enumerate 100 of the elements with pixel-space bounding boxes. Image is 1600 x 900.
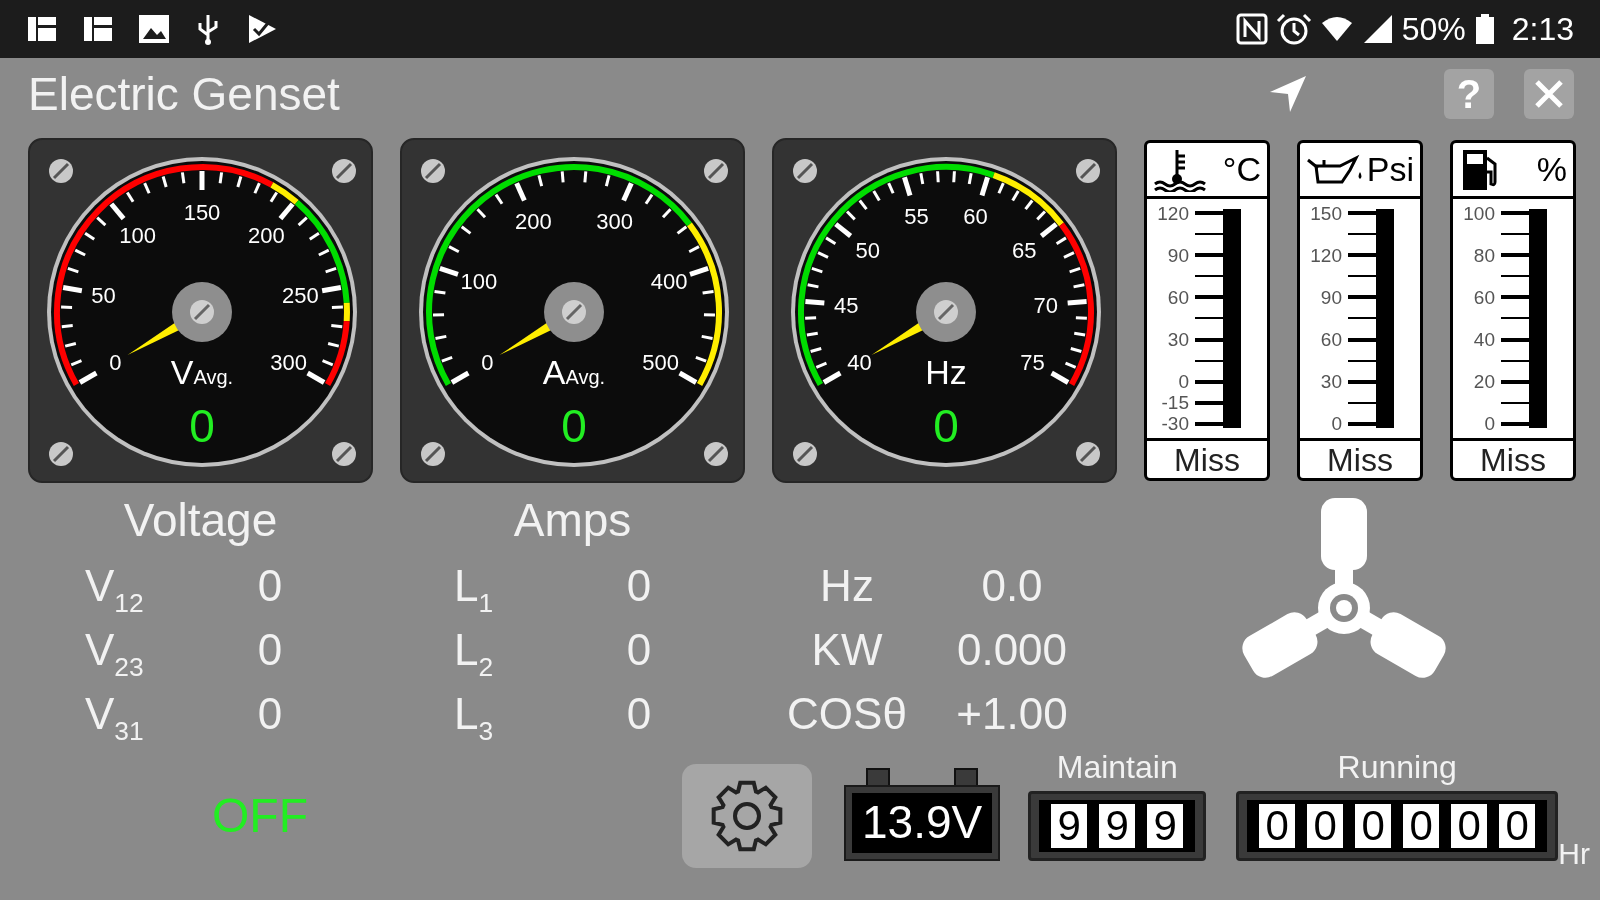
unit-label: VAvg. (170, 353, 234, 391)
scale-label: 60 (963, 204, 988, 230)
needle-hub (172, 282, 232, 342)
counter-digit: 0 (1499, 804, 1536, 848)
app-title: Electric Genset (28, 71, 340, 117)
scale-label: 150 (1309, 203, 1343, 223)
screw-icon (421, 442, 445, 466)
screw-icon (49, 442, 73, 466)
sensor-status: Miss (1300, 438, 1420, 478)
scale-label: 0 (109, 350, 122, 375)
reading-label: V$_{12}$ (85, 560, 145, 619)
unit-label: °C (1222, 149, 1261, 190)
scale-label: 200 (514, 208, 552, 234)
screw-icon (49, 159, 73, 183)
scale-label: 80 (1472, 245, 1496, 265)
counter-digit: 9 (1051, 804, 1088, 848)
needle-hub (544, 282, 604, 342)
unit-label: Hz (925, 353, 967, 391)
coolant-temperature-icon (1153, 147, 1207, 192)
scale-label: 500 (642, 350, 679, 375)
section-title: Voltage (122, 493, 279, 548)
alarm-clock-icon (1275, 13, 1312, 45)
scale-label: 200 (247, 223, 285, 249)
scale-tick (1501, 379, 1529, 384)
scale-label: 60 (1472, 287, 1496, 307)
gauge-value: 0 (189, 400, 215, 452)
reading-value: +1.00 (955, 688, 1069, 740)
reading-label: KW (810, 624, 884, 676)
scale-tick (1501, 211, 1529, 215)
scale-label: 250 (282, 282, 319, 308)
reading-value: 0 (256, 624, 284, 676)
scale-label: 120 (1309, 245, 1343, 265)
screw-icon (1076, 159, 1100, 183)
scale-tick (1501, 253, 1529, 258)
screw-icon (332, 442, 356, 466)
scale-tick (1348, 233, 1376, 236)
help-button[interactable]: ? (1444, 69, 1494, 119)
unit-label: % (1536, 149, 1567, 190)
reading-value: 0 (256, 560, 284, 612)
clock-time: 2:13 (1511, 10, 1574, 49)
scale-tick (1501, 337, 1529, 342)
location-arrow-icon[interactable] (1268, 74, 1308, 114)
scale-label: 55 (904, 204, 929, 230)
reading-label: Hz (819, 560, 875, 612)
scale-label: 45 (834, 292, 859, 318)
scale-label: 100 (119, 223, 157, 249)
battery-voltage: 13.9V (846, 787, 999, 859)
scale-tick (1501, 421, 1529, 426)
scale-tick (1501, 359, 1529, 362)
reading-label: COSθ (786, 688, 908, 740)
scale-tick (1195, 211, 1223, 215)
scale-label: 0 (1483, 414, 1496, 434)
scale-label: 0 (1177, 372, 1190, 392)
scale-tick (1195, 400, 1223, 405)
scale-tick (1195, 359, 1223, 362)
scale-tick (1501, 275, 1529, 278)
settings-button[interactable] (682, 764, 812, 868)
unit-label: Hr (1558, 836, 1590, 872)
scale-label: 30 (1166, 330, 1190, 350)
scale-label: 20 (1472, 372, 1496, 392)
reading-value: 0 (625, 560, 653, 612)
scale-label: 400 (650, 269, 688, 295)
needle-hub (916, 282, 976, 342)
image-icon (138, 13, 170, 45)
counter-digit: 0 (1307, 804, 1344, 848)
reading-value: 0 (256, 688, 284, 740)
scale-tick (1195, 337, 1223, 342)
scale-tick (1348, 421, 1376, 426)
sensor-status: Miss (1147, 438, 1267, 478)
scale-label: 50 (855, 237, 881, 263)
close-icon (1533, 78, 1565, 110)
scale-tick (1501, 295, 1529, 300)
scale-tick (1348, 359, 1376, 362)
scale-tick (1348, 275, 1376, 278)
scale-label: 50 (91, 282, 116, 308)
scale-tick (1195, 317, 1223, 320)
scale-tick (1195, 253, 1223, 258)
counter-digit: 0 (1259, 804, 1296, 848)
reading-value: 0.0 (980, 560, 1044, 612)
scale-tick (1348, 211, 1376, 215)
scale-label: 40 (1472, 330, 1496, 350)
scale-tick (1348, 317, 1376, 320)
scale-tick (1501, 233, 1529, 236)
reading-value: 0.000 (955, 624, 1069, 676)
scale-label: 65 (1011, 237, 1037, 263)
scale-label: 0 (481, 350, 494, 375)
scale-tick (1348, 379, 1376, 384)
engine-state: OFF (212, 789, 308, 842)
close-button[interactable] (1524, 69, 1574, 119)
counter-digit: 9 (1099, 804, 1136, 848)
reading-label: V$_{23}$ (85, 624, 145, 683)
scale-label: 300 (270, 350, 307, 375)
counter-digit: 9 (1147, 804, 1184, 848)
scale-label: 120 (1156, 203, 1190, 223)
scale-label: 75 (1020, 350, 1045, 375)
scale-tick (1348, 295, 1376, 300)
section-title: Amps (512, 493, 633, 548)
scale-label: 300 (596, 208, 634, 234)
unit-label: Psi (1366, 149, 1414, 190)
scale-label: 100 (460, 269, 498, 295)
